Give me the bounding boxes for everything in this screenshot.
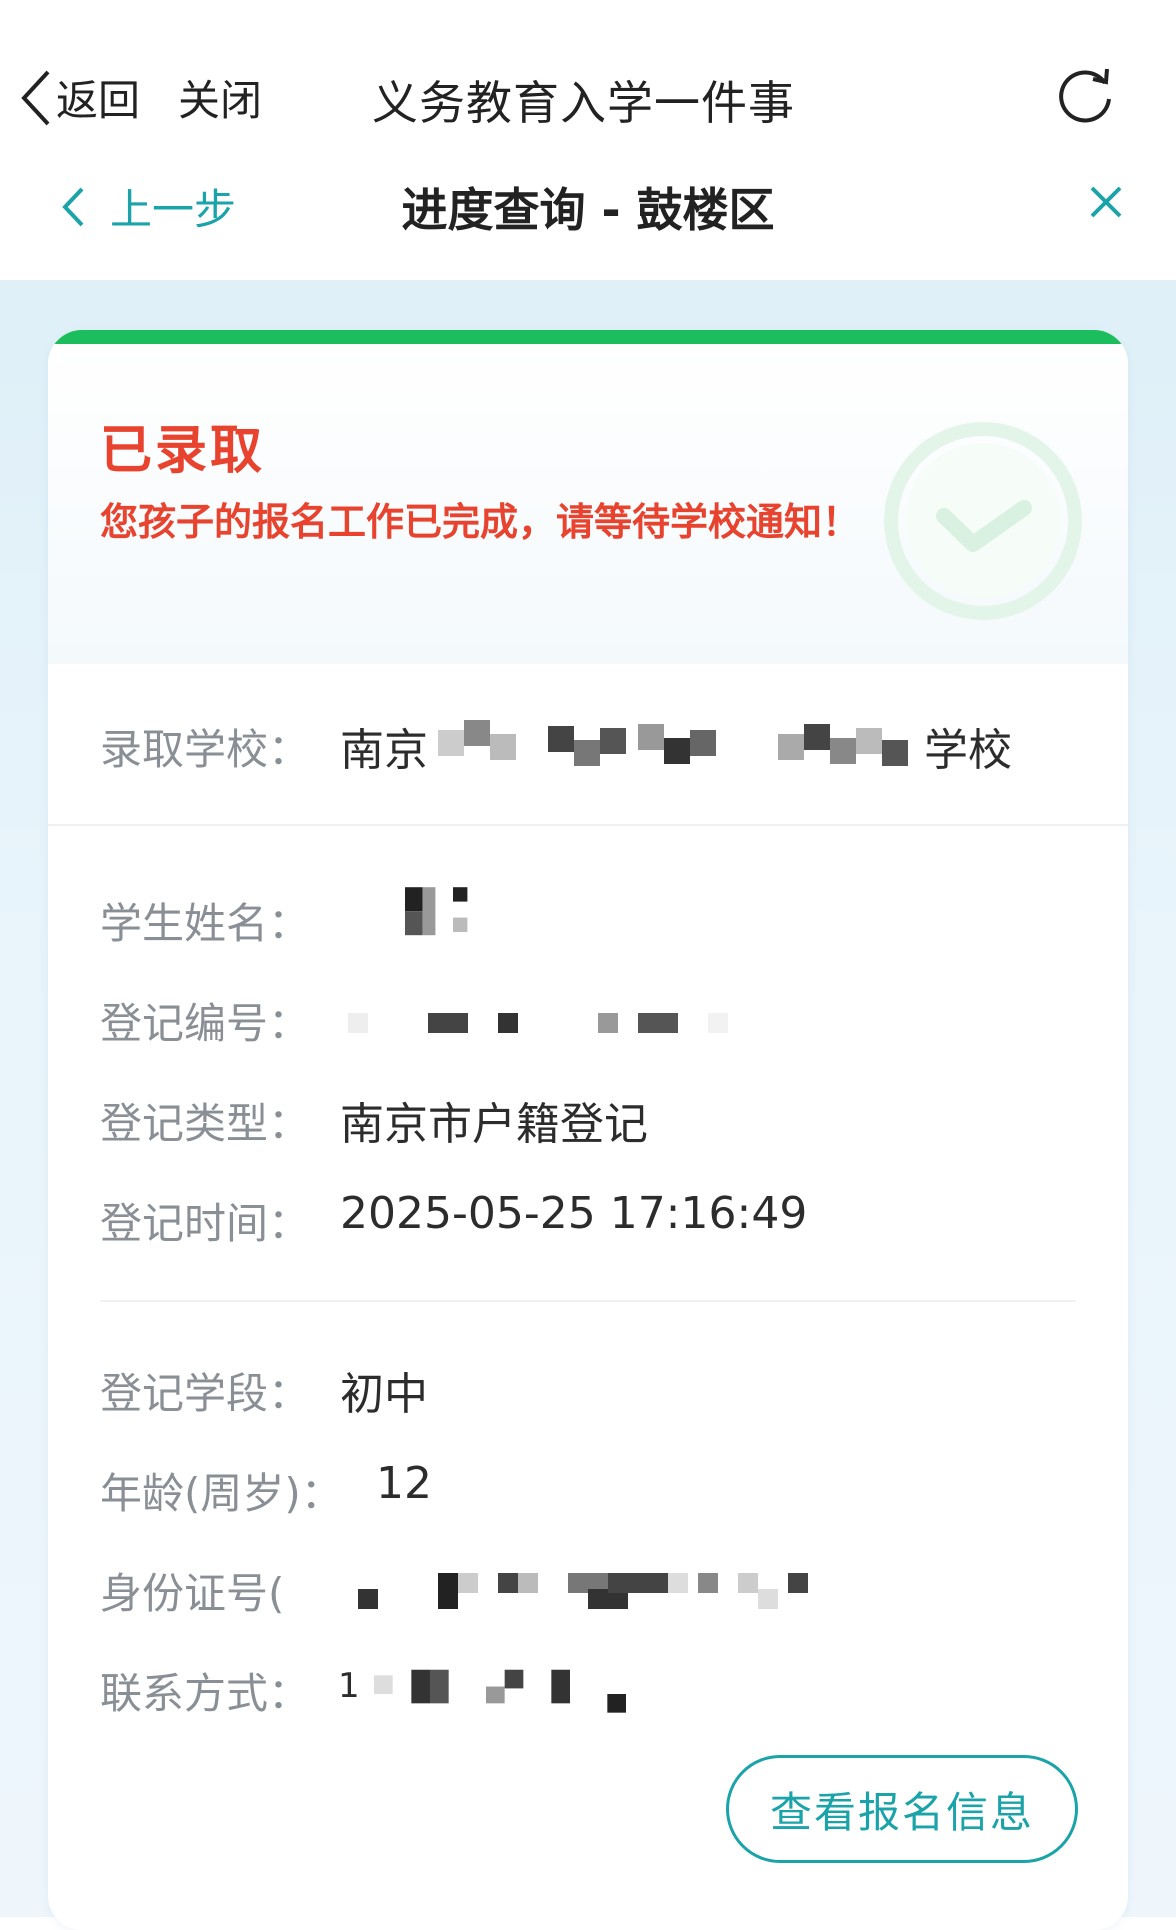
browser-bar: 返回 关闭 义务教育入学一件事 bbox=[0, 55, 1176, 145]
result-card: 已录取 您孩子的报名工作已完成，请等待学校通知！ 录取学校： 南京 学校 学生姓… bbox=[48, 330, 1128, 1930]
close-label: 关闭 bbox=[178, 76, 263, 125]
check-circle-icon bbox=[884, 422, 1082, 620]
admitted-school-suffix: 学校 bbox=[924, 725, 1012, 776]
redacted-reg-number bbox=[348, 1013, 728, 1033]
app-title: 义务教育入学一件事 bbox=[372, 76, 795, 130]
reg-type-label: 登记类型： bbox=[100, 1099, 311, 1148]
contact-label: 联系方式： bbox=[100, 1669, 311, 1718]
header: 返回 关闭 义务教育入学一件事 上一步 进度查询 - 鼓楼区 bbox=[0, 0, 1176, 280]
age-value: 12 bbox=[376, 1458, 432, 1509]
section-divider bbox=[100, 1300, 1076, 1302]
stage-value: 初中 bbox=[340, 1369, 428, 1420]
status-title: 已录取 bbox=[100, 421, 266, 481]
refresh-button[interactable] bbox=[1055, 65, 1117, 127]
stage-label: 登记学段： bbox=[100, 1369, 311, 1418]
admitted-school-row: 录取学校： 南京 学校 bbox=[48, 664, 1128, 826]
redacted-id-number bbox=[358, 1573, 808, 1609]
page-title: 进度查询 - 鼓楼区 bbox=[401, 183, 775, 237]
close-button[interactable]: 关闭 bbox=[178, 67, 262, 128]
redacted-contact-number bbox=[374, 1669, 626, 1713]
redacted-school-name bbox=[438, 720, 908, 766]
close-x-icon bbox=[1090, 186, 1122, 218]
reg-time-value: 2025-05-25 17:16:49 bbox=[340, 1188, 808, 1239]
reg-number-label: 登记编号： bbox=[100, 999, 311, 1048]
student-name-label: 学生姓名： bbox=[100, 899, 311, 948]
status-stripe bbox=[48, 330, 1128, 344]
age-label: 年龄(周岁)： bbox=[100, 1469, 343, 1518]
refresh-icon bbox=[1059, 68, 1111, 123]
view-registration-info-button[interactable]: 查看报名信息 bbox=[726, 1755, 1078, 1863]
back-label: 返回 bbox=[56, 76, 141, 125]
admitted-school-label: 录取学校： bbox=[100, 725, 311, 774]
reg-time-label: 登记时间： bbox=[100, 1199, 311, 1248]
admitted-school-prefix: 南京 bbox=[340, 725, 428, 776]
contact-prefix: 1 bbox=[338, 1666, 360, 1706]
close-page-button[interactable] bbox=[1086, 182, 1126, 222]
reg-type-value: 南京市户籍登记 bbox=[340, 1099, 648, 1150]
chevron-left-icon bbox=[21, 70, 50, 125]
id-number-label: 身份证号( bbox=[100, 1569, 285, 1618]
redacted-student-name bbox=[405, 887, 468, 936]
status-message: 您孩子的报名工作已完成，请等待学校通知！ bbox=[100, 500, 861, 544]
status-section: 已录取 您孩子的报名工作已完成，请等待学校通知！ bbox=[48, 344, 1128, 664]
page-header: 上一步 进度查询 - 鼓楼区 bbox=[0, 170, 1176, 250]
back-button[interactable]: 返回 bbox=[18, 67, 140, 128]
